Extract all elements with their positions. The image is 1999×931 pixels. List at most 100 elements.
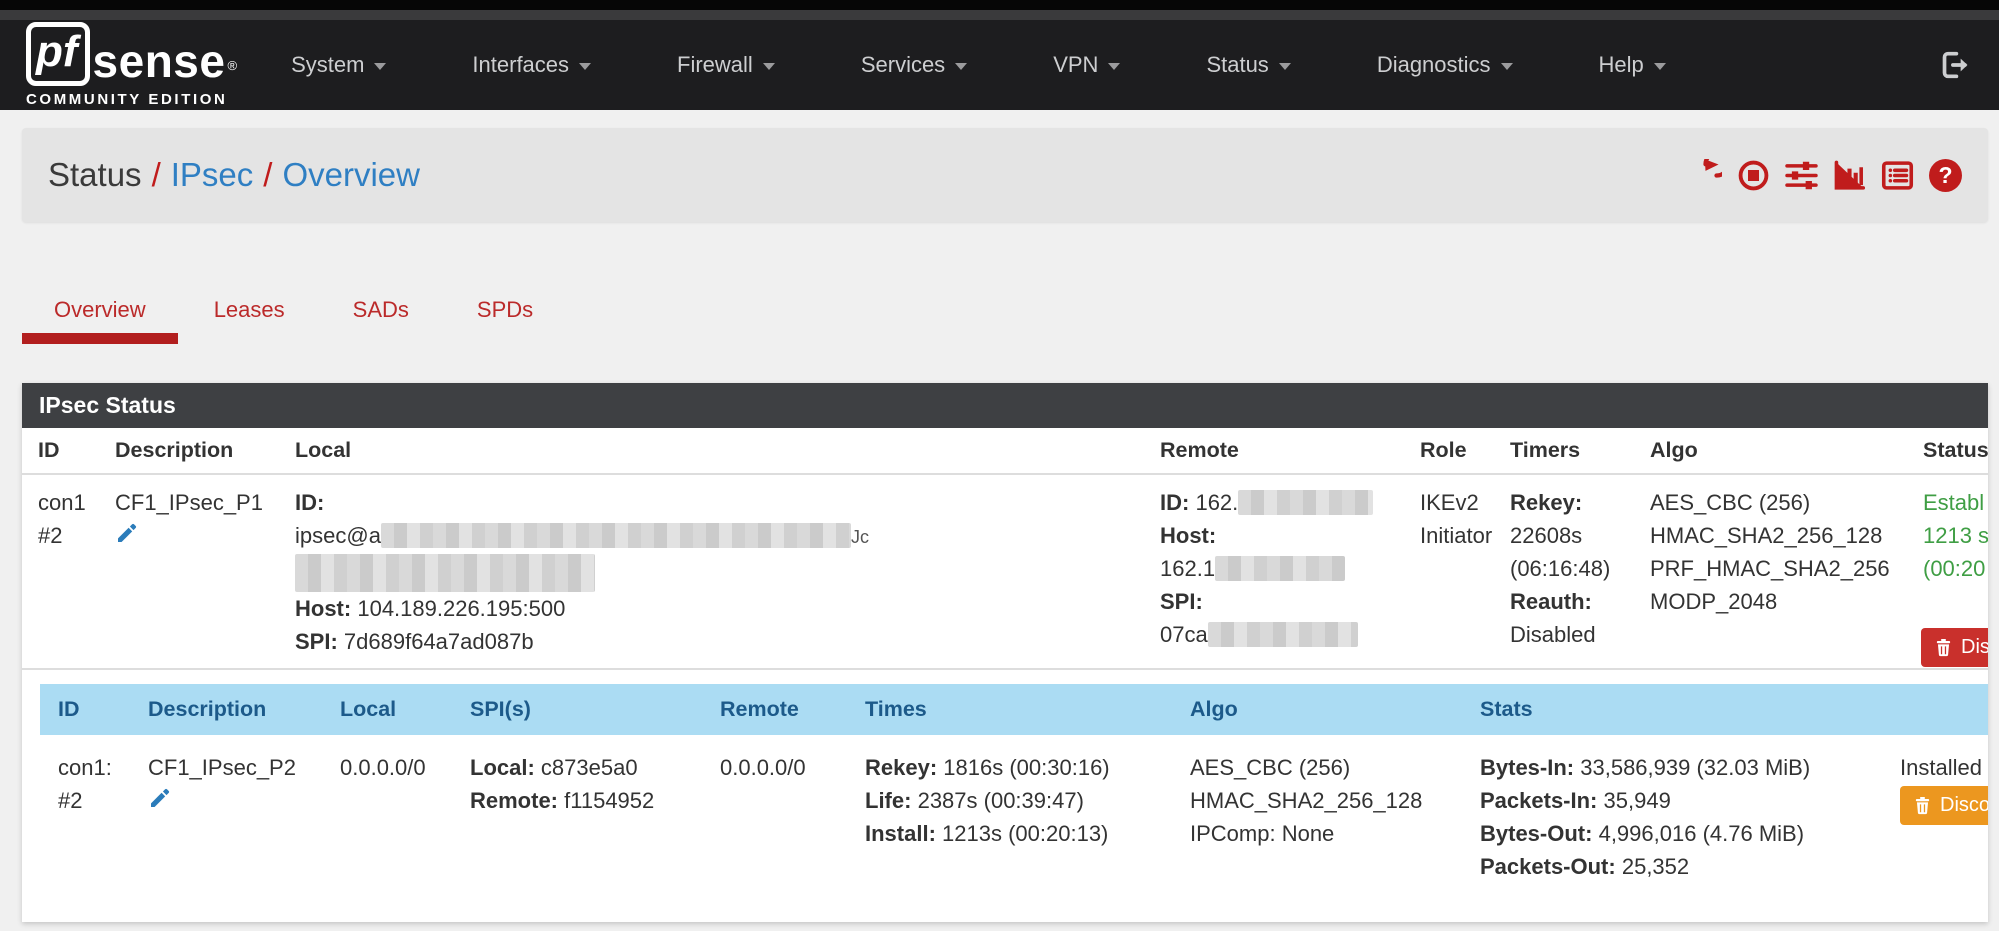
tab-overview[interactable]: Overview: [22, 283, 178, 344]
install-value: 1213s (00:20:13): [942, 821, 1108, 846]
redacted-text: [295, 554, 595, 592]
ike-header-row: ID Description Local Remote Role Timers …: [22, 428, 1988, 474]
packets-out-label: Packets-Out:: [1480, 854, 1616, 879]
child-stats-cell: Bytes-In: 33,586,939 (32.03 MiB) Packets…: [1472, 735, 1892, 885]
col-remote: Remote: [712, 684, 857, 735]
tab-sads[interactable]: SADs: [321, 283, 441, 344]
menu-firewall-label: Firewall: [677, 52, 753, 78]
panel-title: IPsec Status: [22, 383, 1988, 428]
child-id-cell: con1: #2: [40, 735, 140, 885]
connection-description: CF1_IPsec_P1: [115, 486, 279, 519]
logo-registered-mark: ®: [227, 46, 237, 86]
refresh-icon[interactable]: [1689, 159, 1722, 192]
ike-status-cell: Establ 1213 s (00:20 Dis: [1915, 474, 1988, 669]
algo-dh-group: MODP_2048: [1650, 585, 1907, 618]
ike-local-cell: ID: ipsec@aJc Host: 104.189.226.195:500 …: [287, 474, 1152, 669]
disconnect-child-button[interactable]: Disco: [1900, 786, 1988, 825]
menu-diagnostics[interactable]: Diagnostics: [1377, 52, 1513, 78]
rekey-value: 1816s (00:30:16): [943, 755, 1109, 780]
menu-vpn[interactable]: VPN: [1053, 52, 1120, 78]
menu-status[interactable]: Status: [1206, 52, 1290, 78]
tab-leases[interactable]: Leases: [182, 283, 317, 344]
tab-spds[interactable]: SPDs: [445, 283, 565, 344]
col-description: Description: [140, 684, 332, 735]
bytes-in-value: 33,586,939 (32.03 MiB): [1580, 755, 1810, 780]
connection-description: CF1_IPsec_P2: [148, 751, 324, 784]
menu-help[interactable]: Help: [1599, 52, 1666, 78]
child-sa-table: ID Description Local SPI(s) Remote Times…: [40, 684, 1988, 885]
menu-services[interactable]: Services: [861, 52, 967, 78]
col-id: ID: [22, 428, 107, 474]
child-sa-row: con1: #2 CF1_IPsec_P2: [40, 735, 1988, 885]
logo-pf-box: pf: [26, 22, 90, 86]
disconnect-button[interactable]: Dis: [1921, 628, 1988, 667]
remote-id-label: ID:: [1160, 490, 1189, 515]
algo-ipcomp: IPComp: None: [1190, 817, 1464, 850]
breadcrumb: Status/IPsec/Overview: [48, 156, 420, 194]
col-actions: [1892, 684, 1988, 735]
col-algo: Algo: [1182, 684, 1472, 735]
remote-host-label: Host:: [1160, 523, 1216, 548]
breadcrumb-section: Status: [48, 156, 142, 193]
redacted-text: [1208, 622, 1358, 647]
algo-encryption: AES_CBC (256): [1190, 751, 1464, 784]
breadcrumb-bar: Status/IPsec/Overview: [22, 128, 1988, 222]
remote-spi-value: 07ca: [1160, 622, 1208, 647]
help-icon[interactable]: ?: [1929, 159, 1962, 192]
status-installed: Installed: [1900, 751, 1988, 784]
child-local-cell: 0.0.0.0/0: [332, 735, 462, 885]
ike-version: IKEv2: [1420, 486, 1494, 519]
menu-system[interactable]: System: [291, 52, 386, 78]
packets-out-value: 25,352: [1622, 854, 1689, 879]
breadcrumb-link-overview[interactable]: Overview: [282, 156, 420, 193]
status-uptime-seconds: 1213 s: [1923, 519, 1980, 552]
breadcrumb-link-ipsec[interactable]: IPsec: [171, 156, 254, 193]
menu-interfaces[interactable]: Interfaces: [472, 52, 591, 78]
child-times-cell: Rekey: 1816s (00:30:16) Life: 2387s (00:…: [857, 735, 1182, 885]
rekey-label: Rekey:: [1510, 490, 1582, 515]
ike-timers-cell: Rekey: 22608s (06:16:48) Reauth: Disable…: [1502, 474, 1642, 669]
menu-status-label: Status: [1206, 52, 1268, 78]
local-host-label: Host:: [295, 596, 351, 621]
chevron-down-icon: [1501, 63, 1513, 70]
col-times: Times: [857, 684, 1182, 735]
ike-status-table: ID Description Local Remote Role Timers …: [22, 428, 1988, 670]
redacted-text: [381, 523, 851, 548]
col-timers: Timers: [1502, 428, 1642, 474]
reauth-label: Reauth:: [1510, 589, 1592, 614]
pfsense-page: pf sense ® COMMUNITY EDITION System Inte…: [0, 0, 1999, 931]
menu-firewall[interactable]: Firewall: [677, 52, 775, 78]
child-remote-cell: 0.0.0.0/0: [712, 735, 857, 885]
sliders-icon[interactable]: [1785, 159, 1818, 192]
page-toolbar: ?: [1689, 159, 1962, 192]
edit-pencil-icon[interactable]: [115, 521, 139, 554]
redacted-text: [1238, 490, 1373, 515]
stop-icon[interactable]: [1737, 159, 1770, 192]
col-role: Role: [1412, 428, 1502, 474]
edit-pencil-icon[interactable]: [148, 786, 172, 819]
window-top-strip: [0, 0, 1999, 10]
spi-remote-label: Remote:: [470, 788, 558, 813]
list-icon[interactable]: [1881, 159, 1914, 192]
redacted-text: [1215, 556, 1345, 581]
reauth-value: Disabled: [1510, 618, 1634, 651]
chevron-down-icon: [763, 63, 775, 70]
bar-chart-icon[interactable]: [1833, 159, 1866, 192]
child-description-cell: CF1_IPsec_P2: [140, 735, 332, 885]
pfsense-logo[interactable]: pf sense ® COMMUNITY EDITION: [26, 22, 237, 108]
chevron-down-icon: [374, 63, 386, 70]
menu-diagnostics-label: Diagnostics: [1377, 52, 1491, 78]
menu-system-label: System: [291, 52, 364, 78]
chevron-down-icon: [1279, 63, 1291, 70]
local-spi-value: 7d689f64a7ad087b: [344, 629, 534, 654]
disconnect-label: Disco: [1940, 794, 1988, 817]
child-sa-section: ID Description Local SPI(s) Remote Times…: [22, 670, 1988, 885]
spi-local-value: c873e5a0: [541, 755, 638, 780]
connection-sa-number: #2: [58, 784, 132, 817]
local-id-label: ID:: [295, 490, 324, 515]
col-description: Description: [107, 428, 287, 474]
install-label: Install:: [865, 821, 936, 846]
disconnect-label: Dis: [1961, 636, 1988, 659]
bytes-out-value: 4,996,016 (4.76 MiB): [1599, 821, 1804, 846]
sign-out-icon[interactable]: [1937, 48, 1973, 82]
